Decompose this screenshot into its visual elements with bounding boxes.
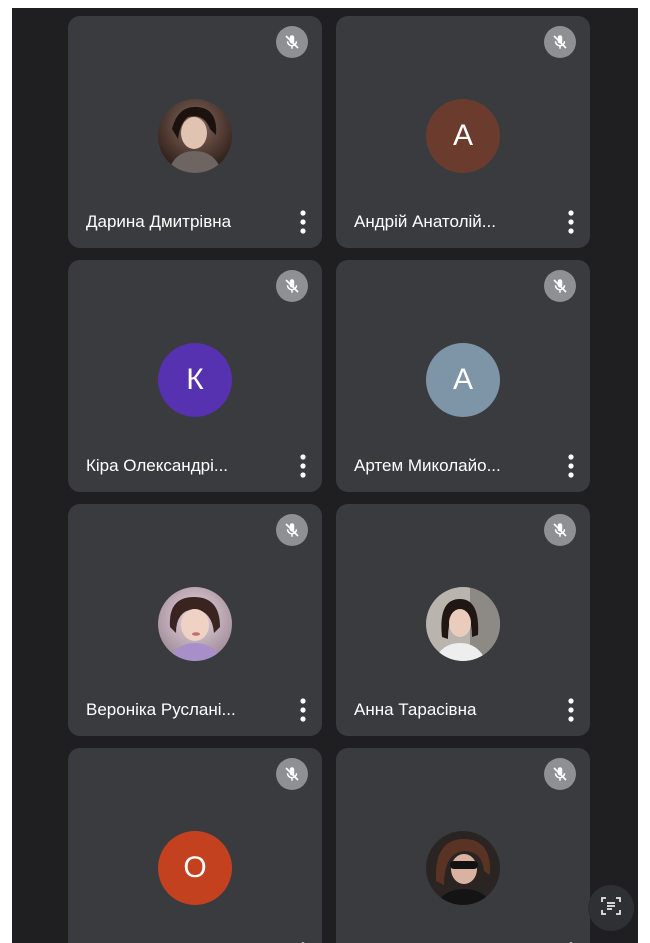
mic-off-icon [276,26,308,58]
avatar-initial: К [158,343,232,417]
avatar-photo [158,587,232,661]
more-vert-icon[interactable] [296,452,310,480]
avatar-photo [426,587,500,661]
more-vert-icon[interactable] [296,208,310,236]
captions-button[interactable] [588,885,634,931]
mic-off-icon [276,270,308,302]
participant-name: Кіра Олександрі... [86,456,229,475]
more-vert-icon[interactable] [564,452,578,480]
mic-off-icon [544,270,576,302]
avatar-initial: О [158,831,232,905]
participant-tile[interactable]: А Андрій Анатолій... [336,16,590,248]
participant-tile[interactable]: К Кіра Олександрі... [68,260,322,492]
mic-off-icon [276,758,308,790]
participant-tile[interactable]: Анна Тарасівна [336,504,590,736]
mic-off-icon [544,758,576,790]
meeting-screen: Дарина Дмитрівна А Андрій Анатолій... К … [12,8,638,943]
participant-tile[interactable]: А Артем Миколайо... [336,260,590,492]
more-vert-icon[interactable] [564,208,578,236]
participant-grid: Дарина Дмитрівна А Андрій Анатолій... К … [68,16,590,943]
avatar-initial: А [426,343,500,417]
more-vert-icon[interactable] [296,696,310,724]
participant-tile[interactable]: О [68,748,322,943]
participant-name: Вероніка Руслані... [86,700,236,719]
participant-name: Андрій Анатолій... [354,212,496,231]
avatar-photo [426,831,500,905]
participant-name: Анна Тарасівна [354,700,477,719]
mic-off-icon [544,26,576,58]
participant-name: Дарина Дмитрівна [86,212,232,231]
participant-tile[interactable]: Дарина Дмитрівна [68,16,322,248]
more-vert-icon[interactable] [564,696,578,724]
participant-tile[interactable] [336,748,590,943]
mic-off-icon [276,514,308,546]
participant-name: Артем Миколайо... [354,456,501,475]
avatar-initial: А [426,99,500,173]
mic-off-icon [544,514,576,546]
participant-tile[interactable]: Вероніка Руслані... [68,504,322,736]
avatar-photo [158,99,232,173]
captions-icon [599,894,623,923]
